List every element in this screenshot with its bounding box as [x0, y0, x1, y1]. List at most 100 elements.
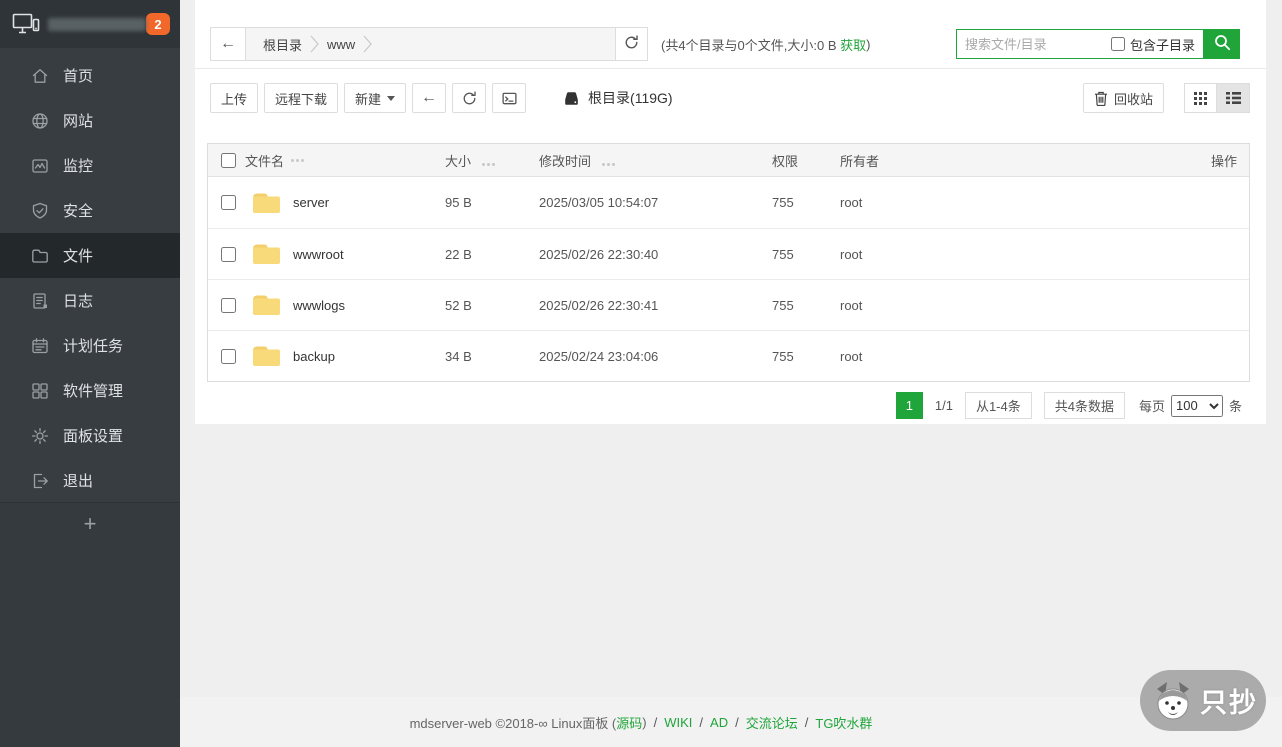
include-subdir-label: 包含子目录 — [1130, 35, 1195, 54]
go-back-button[interactable]: ← — [412, 83, 446, 113]
search-bar: 包含子目录 — [956, 29, 1240, 59]
breadcrumb-refresh-button[interactable] — [616, 27, 648, 61]
table-row[interactable]: backup 34 B 2025/02/24 23:04:06 755 root — [208, 330, 1249, 381]
sidebar-menu: 首页 网站 监控 安全 文件 — [0, 48, 180, 503]
upload-button[interactable]: 上传 — [210, 83, 258, 113]
file-permission: 755 — [772, 247, 840, 262]
tg-group-link[interactable]: TG吹水群 — [815, 713, 872, 732]
remote-download-button[interactable]: 远程下载 — [264, 83, 338, 113]
sidebar-item-software[interactable]: 软件管理 — [0, 368, 180, 413]
folder-icon — [250, 241, 283, 267]
refresh-list-button[interactable] — [452, 83, 486, 113]
table-header: 文件名 大小 修改时间 权限 所有者 操作 — [208, 144, 1249, 177]
file-name[interactable]: backup — [293, 349, 335, 364]
sidebar-item-website[interactable]: 网站 — [0, 98, 180, 143]
add-menu-button[interactable]: + — [0, 503, 180, 545]
forum-link[interactable]: 交流论坛 — [746, 713, 798, 732]
terminal-button[interactable] — [492, 83, 526, 113]
column-options-icon[interactable] — [482, 163, 495, 166]
search-input-wrap: 包含子目录 — [956, 29, 1204, 59]
table-row[interactable]: wwwroot 22 B 2025/02/26 22:30:40 755 roo… — [208, 228, 1249, 279]
file-owner: root — [840, 349, 1179, 364]
per-page-select[interactable]: 100 — [1171, 395, 1223, 417]
row-checkbox[interactable] — [221, 298, 236, 313]
server-address-masked — [48, 18, 146, 31]
col-mtime[interactable]: 修改时间 — [539, 154, 591, 169]
grid-view-button[interactable] — [1184, 83, 1217, 113]
footer-close: ) — [642, 715, 646, 730]
table-row[interactable]: server 95 B 2025/03/05 10:54:07 755 root — [208, 177, 1249, 228]
file-owner: root — [840, 298, 1179, 313]
folder-icon — [250, 190, 283, 216]
back-arrow-icon: ← — [421, 89, 437, 107]
table-row[interactable]: wwwlogs 52 B 2025/02/26 22:30:41 755 roo… — [208, 279, 1249, 330]
search-icon — [1214, 34, 1231, 54]
watermark-text: 只抄 — [1200, 681, 1258, 720]
pagination: 1 1/1 从1-4条 共4条数据 每页 100 条 — [896, 392, 1242, 419]
sidebar-item-monitor[interactable]: 监控 — [0, 143, 180, 188]
breadcrumb-www[interactable]: www — [323, 37, 359, 52]
sidebar-item-settings[interactable]: 面板设置 — [0, 413, 180, 458]
wiki-link[interactable]: WIKI — [664, 715, 692, 730]
disk-root-info[interactable]: 根目录(119G) — [562, 88, 673, 108]
search-input[interactable] — [965, 37, 1111, 52]
include-subdir-option[interactable]: 包含子目录 — [1111, 35, 1195, 54]
search-button[interactable] — [1204, 29, 1240, 59]
new-dropdown-button[interactable]: 新建 — [344, 83, 406, 113]
sidebar-item-files[interactable]: 文件 — [0, 233, 180, 278]
shield-icon — [30, 201, 49, 220]
view-toggle-group — [1184, 83, 1250, 113]
column-options-icon[interactable] — [602, 163, 615, 166]
sidebar-item-label: 软件管理 — [63, 380, 123, 401]
include-subdir-checkbox[interactable] — [1111, 37, 1125, 51]
main-area: ← 根目录 www (共4个目录与0个文件,大 — [180, 0, 1282, 747]
row-checkbox[interactable] — [221, 349, 236, 364]
file-name[interactable]: wwwroot — [293, 247, 344, 262]
sidebar-item-label: 计划任务 — [63, 335, 123, 356]
sidebar-item-home[interactable]: 首页 — [0, 53, 180, 98]
sidebar-item-label: 监控 — [63, 155, 93, 176]
file-name[interactable]: wwwlogs — [293, 298, 345, 313]
footer-text: mdserver-web ©2018-∞ Linux面板 ( — [410, 713, 617, 732]
apps-icon — [30, 381, 49, 400]
sidebar-item-security[interactable]: 安全 — [0, 188, 180, 233]
directory-summary: (共4个目录与0个文件,大小:0 B 获取) — [661, 27, 871, 61]
log-icon — [30, 291, 49, 310]
row-checkbox[interactable] — [221, 195, 236, 210]
sidebar-item-logs[interactable]: 日志 — [0, 278, 180, 323]
file-name[interactable]: server — [293, 195, 329, 210]
recycle-bin-button[interactable]: 回收站 — [1083, 83, 1164, 113]
col-owner: 所有者 — [840, 151, 1179, 170]
notification-badge[interactable]: 2 — [146, 13, 170, 35]
col-size[interactable]: 大小 — [445, 154, 471, 169]
sidebar-item-logout[interactable]: 退出 — [0, 458, 180, 503]
ad-link[interactable]: AD — [710, 715, 728, 730]
col-actions: 操作 — [1179, 151, 1249, 170]
sidebar-item-cron[interactable]: 计划任务 — [0, 323, 180, 368]
grid-view-icon — [1194, 92, 1207, 105]
per-page-unit: 条 — [1229, 396, 1242, 415]
page-indicator: 1/1 — [935, 398, 953, 413]
folder-icon — [30, 246, 49, 265]
row-checkbox[interactable] — [221, 247, 236, 262]
footer-separator: / — [699, 715, 703, 730]
file-size: 95 B — [445, 195, 539, 210]
column-options-icon[interactable] — [291, 159, 304, 162]
current-page-button[interactable]: 1 — [896, 392, 923, 419]
breadcrumb-root[interactable]: 根目录 — [259, 35, 306, 54]
summary-text: (共4个目录与0个文件,大小:0 B — [661, 35, 840, 54]
list-view-button[interactable] — [1217, 83, 1250, 113]
source-link[interactable]: 源码 — [616, 713, 642, 732]
file-mtime: 2025/02/26 22:30:41 — [539, 298, 772, 313]
folder-icon — [250, 292, 283, 318]
breadcrumb-back-button[interactable]: ← — [210, 27, 246, 61]
file-owner: root — [840, 195, 1179, 210]
file-mtime: 2025/02/26 22:30:40 — [539, 247, 772, 262]
calendar-icon — [30, 336, 49, 355]
file-size: 52 B — [445, 298, 539, 313]
col-filename[interactable]: 文件名 — [245, 151, 284, 170]
gear-icon — [30, 426, 49, 445]
logout-icon — [30, 471, 49, 490]
select-all-checkbox[interactable] — [221, 153, 236, 168]
fetch-size-link[interactable]: 获取 — [840, 35, 866, 54]
